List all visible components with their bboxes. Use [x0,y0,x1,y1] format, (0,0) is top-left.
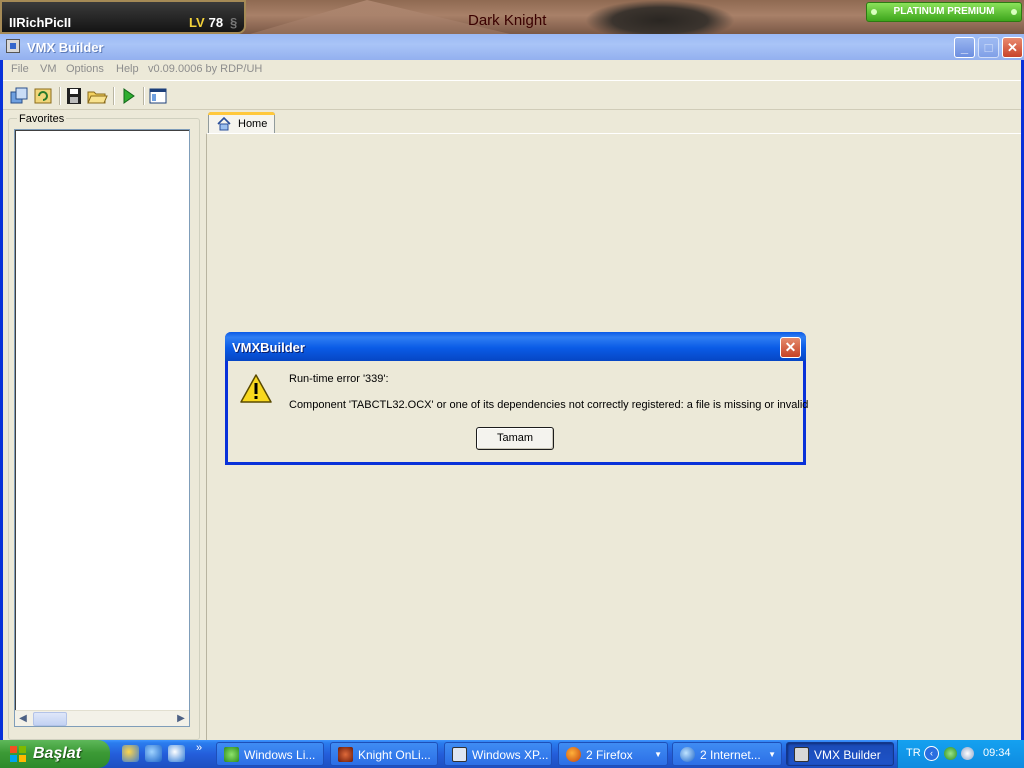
task-label: Knight OnLi... [358,748,431,762]
favorites-group: Favorites ◀ ▶ [8,113,200,740]
clock: 09:34 [983,747,1011,759]
close-button[interactable]: ✕ [1002,37,1023,58]
dialog-title: VMXBuilder [232,340,305,355]
game-level: LV 78 [189,15,223,30]
start-label: Başlat [33,745,82,762]
task-vmx-builder[interactable]: VMX Builder [786,742,894,766]
messenger-icon [224,747,239,762]
scroll-right-icon[interactable]: ▶ [173,711,189,727]
toolbar-separator [59,87,60,105]
warning-icon [239,373,273,405]
menu-options[interactable]: Options [66,63,104,75]
task-internet-explorer-group[interactable]: 2 Internet... ▼ [672,742,782,766]
error-message: Component 'TABCTL32.OCX' or one of its d… [289,399,809,411]
refresh-icon[interactable] [32,85,54,107]
toolbar [3,80,1021,110]
knight-online-icon [338,747,353,762]
quicklaunch-messenger-icon[interactable] [122,745,139,762]
favorites-label: Favorites [17,113,67,125]
favorites-list[interactable]: ◀ ▶ [14,129,190,727]
task-group-arrow-icon: ▼ [654,750,662,759]
dialog-titlebar[interactable]: VMXBuilder ✕ [225,332,806,361]
task-firefox-group[interactable]: 2 Firefox ▼ [558,742,668,766]
scroll-left-icon[interactable]: ◀ [15,711,31,727]
task-knight-online[interactable]: Knight OnLi... [330,742,438,766]
tray-volume-icon[interactable] [961,747,974,760]
task-label: Windows XP... [472,748,549,762]
ok-button[interactable]: Tamam [476,427,554,450]
quicklaunch-ie-icon[interactable] [145,745,162,762]
task-label: 2 Internet... [700,748,761,762]
home-icon [217,116,231,131]
task-label: VMX Builder [814,748,881,762]
run-icon[interactable] [117,85,139,107]
premium-badge: PLATINUM PREMIUM [866,2,1022,22]
window-title: VMX Builder [27,40,104,55]
start-button[interactable]: Başlat [0,740,110,768]
menu-help[interactable]: Help [116,63,139,75]
task-label: 2 Firefox [586,748,633,762]
task-group-arrow-icon: ▼ [768,750,776,759]
game-player-panel: IIRichPicII LV 78 § [0,0,246,34]
quicklaunch-more-icon[interactable]: » [196,742,202,754]
app-icon [6,39,20,53]
system-tray: TR ‹ 09:34 [897,740,1024,768]
game-target-name: Dark Knight [468,12,547,29]
error-title: Run-time error '339': [289,373,389,385]
tray-messenger-icon[interactable] [944,747,957,760]
minimize-button[interactable]: _ [954,37,975,58]
layout-icon[interactable] [147,85,169,107]
firefox-icon [566,747,581,762]
taskbar: Başlat » Windows Li... Knight OnLi... Wi… [0,740,1024,768]
window-icon [452,747,467,762]
error-dialog: VMXBuilder ✕ Run-time error '339': Compo… [225,332,809,465]
game-level-label: LV [189,15,205,30]
ie-icon [680,747,695,762]
task-windows-xp[interactable]: Windows XP... [444,742,552,766]
task-windows-live[interactable]: Windows Li... [216,742,324,766]
open-folder-icon[interactable] [86,85,108,107]
vmx-icon [794,747,809,762]
tab-home-label: Home [238,118,268,130]
dialog-close-button[interactable]: ✕ [780,337,801,358]
scroll-thumb[interactable] [33,712,67,726]
menu-bar: File VM Options Help v0.09.0006 by RDP/U… [3,60,1021,80]
game-background: IIRichPicII LV 78 § Dark Knight PLATINUM … [0,0,1024,34]
game-player-name: IIRichPicII [9,15,72,30]
vm-list-icon[interactable] [8,85,30,107]
game-level-value: 78 [208,15,224,30]
save-icon[interactable] [63,85,85,107]
task-label: Windows Li... [244,748,316,762]
language-indicator[interactable]: TR [906,747,921,759]
tab-home[interactable]: Home [208,112,275,134]
window-titlebar[interactable]: VMX Builder _ □ ✕ [0,34,1024,60]
toolbar-separator [143,87,144,105]
version-label: v0.09.0006 by RDP/UH [148,63,263,75]
menu-file[interactable]: File [11,63,29,75]
tray-collapse-icon[interactable]: ‹ [924,746,939,761]
menu-vm[interactable]: VM [40,63,57,75]
toolbar-separator [113,87,114,105]
maximize-button[interactable]: □ [978,37,999,58]
windows-logo-icon [9,745,27,763]
game-scenery-tree [585,0,735,34]
favorites-hscrollbar[interactable]: ◀ ▶ [15,710,189,726]
game-emblem-icon: § [230,15,238,30]
quicklaunch-desktop-icon[interactable] [168,745,185,762]
